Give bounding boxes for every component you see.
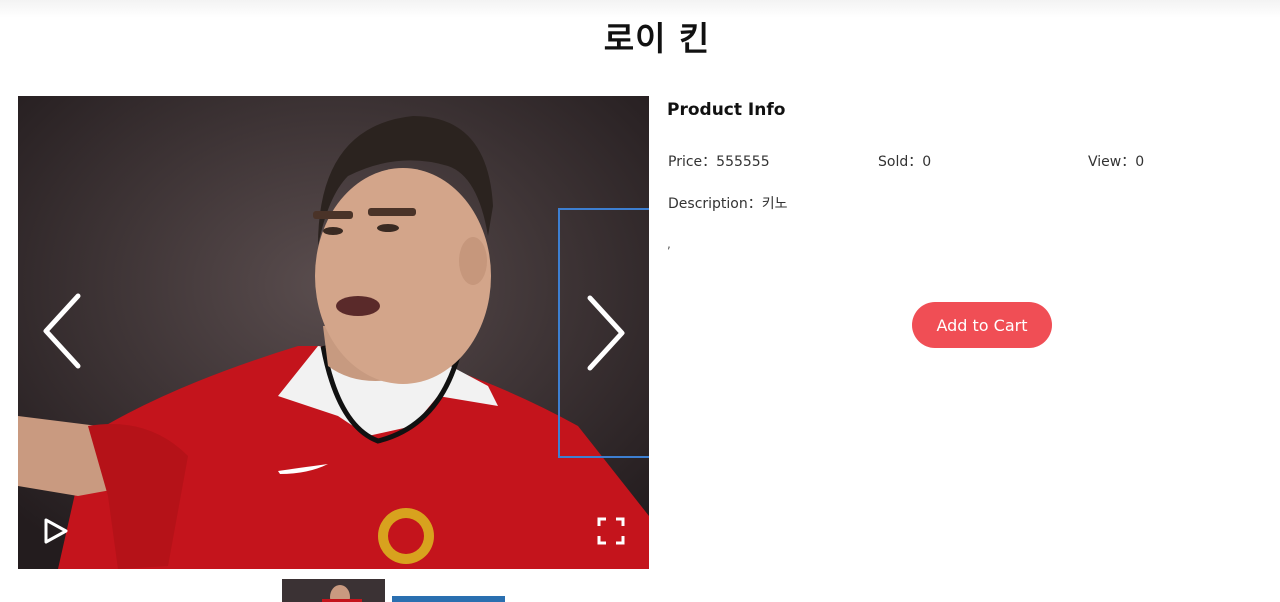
prev-image-button[interactable] (18, 276, 108, 386)
fullscreen-button[interactable] (596, 516, 626, 546)
view-label: View： (1088, 154, 1136, 170)
thumbnail-item-active[interactable] (392, 596, 505, 602)
sold-value: 0 (922, 154, 932, 170)
thumbnail-image (282, 579, 385, 602)
play-button[interactable] (42, 516, 70, 546)
price-label: Price： (668, 154, 717, 170)
thumbnail-item[interactable] (282, 579, 385, 602)
product-photo (18, 96, 649, 569)
play-icon (44, 518, 68, 544)
sold-label: Sold： (878, 154, 923, 170)
view-field: View：0 (1088, 151, 1144, 171)
price-field: Price：555555 (668, 151, 770, 171)
page-title: 로이 킨 (603, 19, 711, 58)
description-field: Description：키노 (668, 193, 788, 213)
fullscreen-icon (597, 517, 625, 545)
add-to-cart-button[interactable]: Add to Cart (912, 302, 1052, 348)
product-info-heading: Product Info (667, 100, 786, 120)
view-value: 0 (1135, 154, 1145, 170)
sold-field: Sold：0 (878, 151, 931, 171)
description-value: 키노 (761, 196, 788, 212)
image-gallery[interactable] (18, 96, 649, 569)
price-value: 555555 (716, 154, 770, 170)
next-image-button[interactable] (558, 208, 649, 458)
chevron-right-icon (587, 295, 624, 371)
chevron-left-icon (43, 293, 81, 369)
product-info-panel: Product Info Price：555555 Sold：0 View：0 … (667, 100, 1267, 348)
description-label: Description： (668, 196, 762, 212)
extra-text: , (667, 237, 671, 251)
